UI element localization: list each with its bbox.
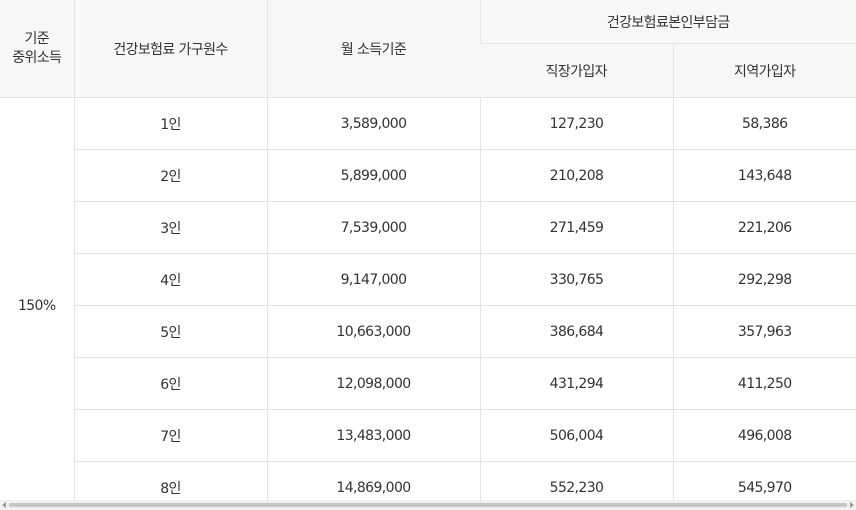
household-cell: 1인 (73, 97, 267, 150)
household-cell: 6인 (73, 357, 267, 410)
employee-cell: 506,004 (479, 409, 673, 462)
horizontal-scrollbar[interactable] (0, 500, 856, 510)
household-cell: 5인 (73, 305, 267, 358)
regional-cell: 545,970 (672, 461, 856, 500)
header-household: 건강보험료 가구원수 (73, 0, 267, 98)
income-cell: 3,589,000 (266, 97, 480, 150)
table-row: 150% 1인 3,589,000 127,230 58,386 (0, 97, 856, 500)
employee-cell: 271,459 (479, 201, 673, 254)
employee-cell: 552,230 (479, 461, 673, 500)
income-cell: 10,663,000 (266, 305, 480, 358)
table-row: 4인 9,147,000 330,765 292,298 (0, 253, 856, 306)
table-row: 2인 5,899,000 210,208 143,648 (0, 149, 856, 202)
employee-cell: 127,230 (479, 97, 673, 150)
premium-table: 기준 중위소득 건강보험료 가구원수 월 소득기준 건강보험료본인부담금 직장가… (0, 0, 856, 500)
header-basis-line1: 기준 (24, 30, 50, 47)
regional-cell: 411,250 (672, 357, 856, 410)
table-container: 기준 중위소득 건강보험료 가구원수 월 소득기준 건강보험료본인부담금 직장가… (0, 0, 856, 500)
table-row: 8인 14,869,000 552,230 545,970 (0, 461, 856, 500)
employee-cell: 330,765 (479, 253, 673, 306)
income-cell: 9,147,000 (266, 253, 480, 306)
income-cell: 7,539,000 (266, 201, 480, 254)
employee-cell: 210,208 (479, 149, 673, 202)
header-employee: 직장가입자 (480, 43, 673, 98)
employee-cell: 431,294 (479, 357, 673, 410)
income-cell: 14,869,000 (266, 461, 480, 500)
basis-value-cell: 150% (0, 97, 74, 500)
scroll-left-arrow-icon[interactable] (2, 502, 6, 508)
table-body: 150% 1인 3,589,000 127,230 58,386 2인 5,89… (0, 97, 856, 500)
regional-cell: 292,298 (672, 253, 856, 306)
household-cell: 4인 (73, 253, 267, 306)
scrollbar-thumb[interactable] (9, 503, 847, 507)
household-cell: 2인 (73, 149, 267, 202)
table-row: 6인 12,098,000 431,294 411,250 (0, 357, 856, 410)
household-cell: 7인 (73, 409, 267, 462)
employee-cell: 386,684 (479, 305, 673, 358)
income-cell: 12,098,000 (266, 357, 480, 410)
header-monthly-income: 월 소득기준 (266, 0, 480, 98)
header-basis: 기준 중위소득 (0, 0, 74, 98)
table-row: 3인 7,539,000 271,459 221,206 (0, 201, 856, 254)
household-cell: 3인 (73, 201, 267, 254)
regional-cell: 496,008 (672, 409, 856, 462)
income-cell: 13,483,000 (266, 409, 480, 462)
household-cell: 8인 (73, 461, 267, 500)
header-premium-group: 건강보험료본인부담금 (479, 0, 856, 44)
regional-cell: 143,648 (672, 149, 856, 202)
scroll-right-arrow-icon[interactable] (850, 502, 854, 508)
table-row: 7인 13,483,000 506,004 496,008 (0, 409, 856, 462)
table-row: 5인 10,663,000 386,684 357,963 (0, 305, 856, 358)
regional-cell: 357,963 (672, 305, 856, 358)
header-regional: 지역가입자 (672, 43, 856, 98)
table-header: 기준 중위소득 건강보험료 가구원수 월 소득기준 건강보험료본인부담금 직장가… (0, 0, 856, 98)
header-basis-line2: 중위소득 (12, 49, 62, 66)
income-cell: 5,899,000 (266, 149, 480, 202)
regional-cell: 221,206 (672, 201, 856, 254)
regional-cell: 58,386 (672, 97, 856, 150)
